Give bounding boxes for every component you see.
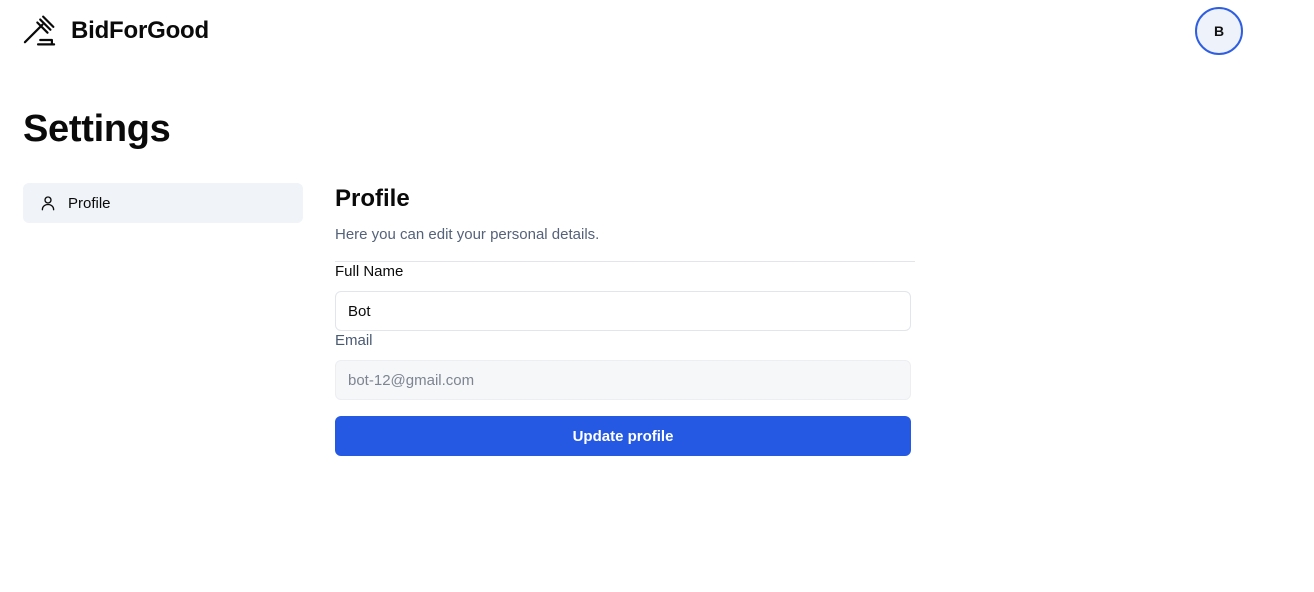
page-title: Settings <box>23 108 171 150</box>
brand-name: BidForGood <box>71 16 209 44</box>
sidebar-item-profile[interactable]: Profile <box>23 183 303 223</box>
section-description: Here you can edit your personal details. <box>335 226 600 243</box>
settings-sidebar: Profile <box>23 183 303 223</box>
profile-section: Profile Here you can edit your personal … <box>335 183 915 456</box>
top-header: BidForGood B <box>0 0 1314 62</box>
gavel-icon <box>23 15 56 46</box>
email-label: Email <box>335 332 373 349</box>
section-title: Profile <box>335 185 410 212</box>
full-name-input[interactable] <box>335 291 911 331</box>
update-profile-button[interactable]: Update profile <box>335 416 911 456</box>
brand-link[interactable]: BidForGood <box>22 13 209 48</box>
avatar-initial: B <box>1213 23 1225 39</box>
section-divider <box>335 261 915 262</box>
user-avatar-button[interactable]: B <box>1195 7 1243 55</box>
user-icon <box>41 196 55 211</box>
sidebar-item-label: Profile <box>68 194 111 212</box>
email-input <box>335 360 911 400</box>
full-name-label: Full Name <box>335 263 404 280</box>
